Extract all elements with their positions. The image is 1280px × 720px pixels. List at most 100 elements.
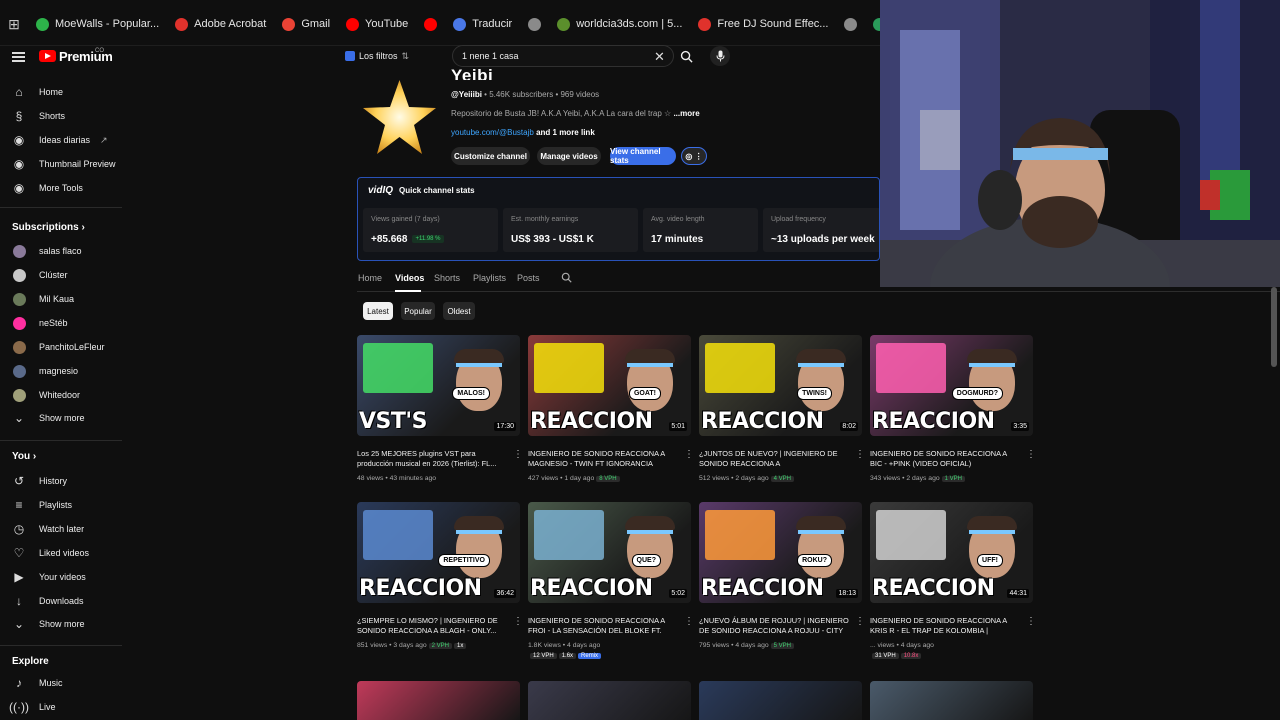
subscription-item[interactable]: neStéb [0,313,122,333]
search-button[interactable] [676,45,696,67]
video-thumbnail[interactable]: DOGMURD? REACCION 3:35 [870,335,1033,436]
apps-grid-icon[interactable]: ⊞ [0,16,28,33]
sidebar-item-downloads[interactable]: ↓ Downloads [0,591,122,611]
video-thumbnail[interactable]: QUE? REACCION 5:02 [528,502,691,603]
explore-heading[interactable]: Explore [12,656,49,667]
video-card[interactable]: QUE? REACCION 5:02 INGENIERO DE SONIDO REAC… [528,502,694,667]
bookmark-item[interactable]: MoeWalls - Popular... [28,17,167,31]
tab-shorts[interactable]: Shorts [434,273,460,283]
subscription-item[interactable]: Clúster [0,265,122,285]
bookmark-item[interactable]: Adobe Acrobat [167,17,274,31]
video-card[interactable]: DOGMURD? REACCION 3:35 INGENIERO DE SONIDO … [870,335,1036,500]
video-menu-icon[interactable]: ⋮ [855,449,865,460]
you-heading[interactable]: You › [12,451,36,462]
sidebar-item-ideas-diarias[interactable]: ◉ Ideas diarias ↗ [0,130,122,150]
sidebar-item-playlists[interactable]: ≡ Playlists [0,495,122,515]
chip-latest[interactable]: Latest [363,302,393,320]
video-card[interactable]: TWINS! REACCION 8:02 ¿JUNTOS DE NUEVO? | IN… [699,335,865,500]
subscription-item[interactable]: salas flaco [0,241,122,261]
logo-text[interactable]: Premium [59,49,113,64]
bookmark-item[interactable] [520,17,549,31]
bookmark-item[interactable] [836,17,865,31]
bookmark-item[interactable]: worldcia3ds.com | 5... [549,17,690,31]
channel-description[interactable]: Repositorio de Busta JB! A.K.A Yeibi, A.… [451,109,700,118]
sidebar-item-live[interactable]: ((·)) Live [0,697,122,717]
channel-search-icon[interactable] [561,272,572,283]
voice-search-button[interactable] [710,46,730,66]
video-card[interactable]: MALOS! VST'S 17:30 Los 25 MEJORES plugins V… [357,335,523,500]
video-thumbnail[interactable]: ROKU? REACCION 18:13 [699,502,862,603]
subscriptions-heading[interactable]: Subscriptions › [12,222,85,233]
video-thumbnail[interactable]: GOAT! REACCION 5:01 [528,335,691,436]
sidebar-item-more-tools[interactable]: ◉ More Tools [0,178,122,198]
video-title[interactable]: INGENIERO DE SONIDO REACCIONA A MAGNESIO… [528,449,678,469]
chip-oldest[interactable]: Oldest [443,302,475,320]
video-title[interactable]: INGENIERO DE SONIDO REACCIONA A BIC - +P… [870,449,1020,469]
video-card[interactable]: REPETITIVO REACCION 36:42 ¿SIEMPRE LO MISMO… [357,502,523,667]
sidebar-item-your-videos[interactable]: ▶ Your videos [0,567,122,587]
manage-videos-button[interactable]: Manage videos [537,147,601,165]
sidebar-item-history[interactable]: ↺ History [0,471,122,491]
bookmark-item[interactable]: YouTube [338,17,416,31]
bookmark-item[interactable]: Free DJ Sound Effec... [690,17,836,31]
more-links[interactable]: and 1 more link [536,128,595,137]
search-input[interactable]: 1 nene 1 casa ✕ [452,45,674,67]
subscription-item[interactable]: Whitedoor [0,385,122,405]
video-thumbnail[interactable] [699,681,862,720]
video-menu-icon[interactable]: ⋮ [684,616,694,627]
show-more-you[interactable]: ⌄ Show more [0,614,122,634]
video-card[interactable]: ROKU? REACCION 18:13 ¿NUEVO ÁLBUM DE ROJUU?… [699,502,865,667]
menu-icon[interactable] [12,52,25,62]
sidebar-item-shorts[interactable]: § Shorts [0,106,122,126]
bookmark-item[interactable] [416,17,445,31]
youtube-logo-icon[interactable] [39,50,56,62]
tab-home[interactable]: Home [358,273,382,283]
tab-posts[interactable]: Posts [517,273,540,283]
subscription-item[interactable]: Mil Kaua [0,289,122,309]
video-menu-icon[interactable]: ⋮ [684,449,694,460]
thumbnail-graphic [363,343,433,393]
video-title[interactable]: INGENIERO DE SONIDO REACCIONA A KRIS R -… [870,616,1020,636]
sidebar-item-home[interactable]: ⌂ Home [0,82,122,102]
subscription-item[interactable]: PanchitoLeFleur [0,337,122,357]
video-title[interactable]: Los 25 MEJORES plugins VST para producci… [357,449,507,469]
video-thumbnail[interactable] [357,681,520,720]
sidebar-item-watch-later[interactable]: ◷ Watch later [0,519,122,539]
filters-button[interactable]: Los filtros ⇅ [345,47,409,65]
sidebar-item-liked-videos[interactable]: ♡ Liked videos [0,543,122,563]
bookmark-item[interactable]: Traducir [445,17,520,31]
video-thumbnail[interactable] [870,681,1033,720]
bookmark-item[interactable]: Gmail [274,17,338,31]
video-card[interactable]: UFF! REACCION 44:31 INGENIERO DE SONIDO REA… [870,502,1036,667]
sidebar-item-thumbnail-preview[interactable]: ◉ Thumbnail Preview [0,154,122,174]
description-more[interactable]: ...more [673,109,699,118]
video-menu-icon[interactable]: ⋮ [1026,616,1036,627]
video-thumbnail[interactable]: MALOS! VST'S 17:30 [357,335,520,436]
video-title[interactable]: ¿SIEMPRE LO MISMO? | INGENIERO DE SONIDO… [357,616,507,636]
video-thumbnail[interactable] [528,681,691,720]
clear-search-icon[interactable]: ✕ [654,49,665,65]
sidebar-item-music[interactable]: ♪ Music [0,673,122,693]
chip-popular[interactable]: Popular [401,302,435,320]
video-card[interactable]: GOAT! REACCION 5:01 INGENIERO DE SONIDO REA… [528,335,694,500]
video-menu-icon[interactable]: ⋮ [1026,449,1036,460]
channel-avatar[interactable] [362,78,437,158]
video-thumbnail[interactable]: TWINS! REACCION 8:02 [699,335,862,436]
tab-videos[interactable]: Videos [395,273,424,283]
video-menu-icon[interactable]: ⋮ [855,616,865,627]
video-menu-icon[interactable]: ⋮ [513,616,523,627]
video-thumbnail[interactable]: UFF! REACCION 44:31 [870,502,1033,603]
vidiq-menu-button[interactable]: ◎ ⋮ [681,147,707,165]
subscription-item[interactable]: magnesio [0,361,122,381]
video-title[interactable]: ¿JUNTOS DE NUEVO? | INGENIERO DE SONIDO … [699,449,849,469]
channel-link[interactable]: youtube.com/@Bustajb [451,128,534,137]
video-menu-icon[interactable]: ⋮ [513,449,523,460]
view-channel-stats-button[interactable]: View channel stats [610,147,676,165]
customize-channel-button[interactable]: Customize channel [451,147,530,165]
tab-playlists[interactable]: Playlists [473,273,506,283]
video-thumbnail[interactable]: REPETITIVO REACCION 36:42 [357,502,520,603]
video-title[interactable]: INGENIERO DE SONIDO REACCIONA A FROI - L… [528,616,678,636]
scrollbar[interactable] [1271,287,1277,367]
video-title[interactable]: ¿NUEVO ÁLBUM DE ROJUU? | INGENIERO DE SO… [699,616,849,636]
show-more-subscriptions[interactable]: ⌄ Show more [0,408,122,428]
